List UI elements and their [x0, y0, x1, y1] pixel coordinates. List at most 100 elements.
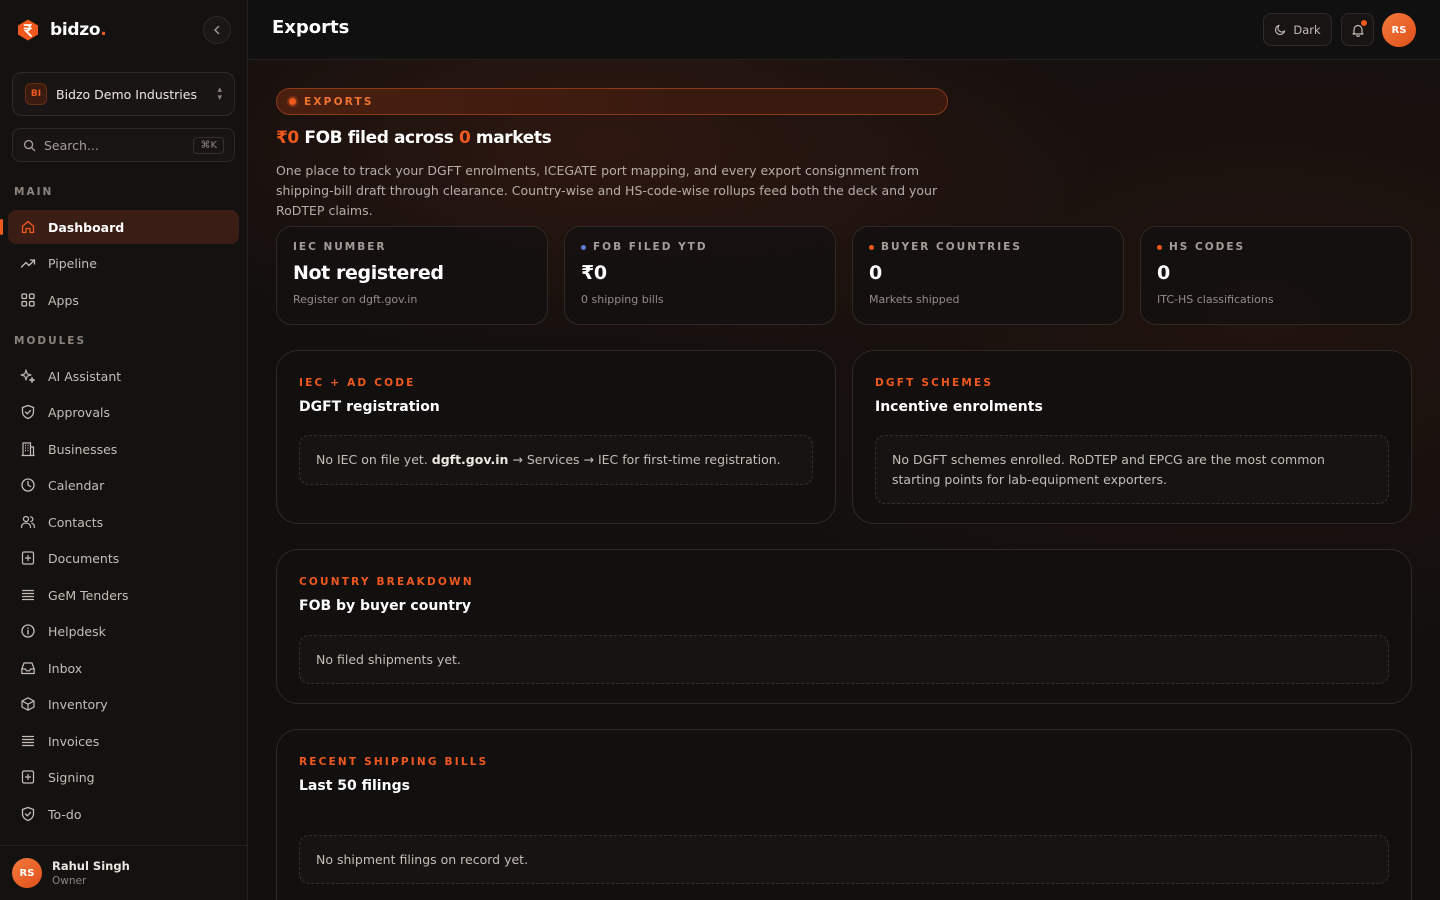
sidebar-item-label: Helpdesk — [48, 623, 106, 639]
stat-label: BUYER COUNTRIES — [869, 241, 1107, 253]
brand[interactable]: bidzo. — [16, 16, 107, 44]
hero-description: One place to track your DGFT enrolments,… — [276, 163, 938, 218]
sidebar-item-label: Inbox — [48, 660, 83, 676]
sidebar-item-label: AI Assistant — [48, 368, 122, 384]
sidebar: bidzo. BI Bidzo Demo Industries ▴▾ ⌘K MA… — [0, 0, 248, 900]
stat-card-buyer-countries: BUYER COUNTRIES 0 Markets shipped — [852, 226, 1124, 325]
status-dot — [289, 98, 296, 105]
section-label-modules: MODULES — [14, 335, 87, 347]
hero-count: 0 — [458, 128, 471, 148]
user-role: Owner — [52, 875, 87, 887]
stat-label: IEC NUMBER — [293, 241, 387, 253]
inbox-icon — [21, 662, 35, 675]
sidebar-item-label: Dashboard — [48, 219, 125, 235]
stat-sub: 0 shipping bills — [581, 293, 664, 306]
search-input[interactable] — [44, 137, 174, 153]
search-box[interactable]: ⌘K — [12, 128, 235, 162]
sidebar-item-apps[interactable]: Apps — [8, 283, 239, 317]
search-icon — [23, 139, 36, 151]
main-content: EXPORTS ₹0 FOB filed across 0 markets On… — [248, 60, 1440, 900]
sidebar-item-label: Signing — [48, 769, 95, 785]
info-icon — [21, 624, 35, 638]
stat-sub: Markets shipped — [869, 293, 960, 306]
panel-title: Incentive enrolments — [875, 399, 1043, 415]
panel-recent-shipping-bills: RECENT SHIPPING BILLS Last 50 filings No… — [276, 729, 1412, 900]
sidebar-item-label: Documents — [48, 550, 120, 566]
grid-icon — [21, 293, 35, 307]
sidebar-item-gem-tenders[interactable]: GeM Tenders — [8, 578, 239, 612]
stat-label: FOB FILED YTD — [581, 241, 819, 253]
theme-toggle-button[interactable]: Dark — [1263, 13, 1332, 46]
stat-value: 0 — [1157, 262, 1170, 284]
sidebar-item-label: Approvals — [48, 404, 110, 420]
sidebar-item-contacts[interactable]: Contacts — [8, 505, 239, 539]
empty-state: No DGFT schemes enrolled. RoDTEP and EPC… — [875, 435, 1389, 504]
building-icon — [21, 442, 35, 457]
sidebar-item-label: Contacts — [48, 514, 104, 530]
empty-state: No shipment filings on record yet. — [299, 835, 1389, 884]
profile-avatar[interactable]: RS — [1382, 13, 1416, 47]
brand-name: bidzo. — [50, 20, 107, 40]
panel-eyebrow: RECENT SHIPPING BILLS — [299, 756, 489, 768]
stat-card-fob-filed: FOB FILED YTD ₹0 0 shipping bills — [564, 226, 836, 325]
stat-card-iec-number: IEC NUMBER Not registered Register on dg… — [276, 226, 548, 325]
panel-title: Last 50 filings — [299, 778, 410, 794]
list-icon — [21, 735, 35, 747]
sidebar-item-helpdesk[interactable]: Helpdesk — [8, 614, 239, 648]
panel-incentive-enrolments: DGFT SCHEMES Incentive enrolments No DGF… — [852, 350, 1412, 524]
org-switcher[interactable]: BI Bidzo Demo Industries ▴ ▾ — [12, 72, 235, 116]
notification-dot — [1361, 20, 1367, 26]
stat-value: 0 — [869, 262, 882, 284]
stat-dot — [581, 244, 586, 250]
file-plus-icon — [21, 770, 35, 784]
search-shortcut: ⌘K — [193, 136, 224, 154]
panel-eyebrow: DGFT SCHEMES — [875, 377, 994, 389]
sidebar-item-label: Apps — [48, 292, 79, 308]
page-title: Exports — [272, 17, 350, 38]
dgft-link[interactable]: dgft.gov.in — [432, 452, 509, 467]
sidebar-item-label: Invoices — [48, 733, 100, 749]
notifications-button[interactable] — [1341, 13, 1374, 46]
clock-icon — [21, 478, 35, 492]
users-icon — [20, 515, 36, 529]
sidebar-item-label: Calendar — [48, 477, 105, 493]
panel-dgft-registration: IEC + AD CODE DGFT registration No IEC o… — [276, 350, 836, 524]
sidebar-item-dashboard[interactable]: Dashboard — [0, 210, 239, 244]
stat-value: ₹0 — [581, 262, 607, 284]
collapse-sidebar-button[interactable] — [203, 16, 231, 44]
org-name: Bidzo Demo Industries — [56, 86, 197, 102]
sidebar-item-approvals[interactable]: Approvals — [8, 395, 239, 429]
org-badge: BI — [25, 83, 47, 105]
stat-dot — [1157, 244, 1162, 250]
stat-value: Not registered — [293, 262, 444, 284]
stat-sub: Register on dgft.gov.in — [293, 293, 418, 306]
section-label-main: MAIN — [14, 186, 54, 198]
hero-title: ₹0 FOB filed across 0 markets — [276, 128, 552, 148]
file-plus-icon — [21, 551, 35, 565]
list-icon — [21, 589, 35, 601]
sidebar-item-to-do[interactable]: To-do — [8, 797, 239, 831]
empty-state: No IEC on file yet. dgft.gov.in → Servic… — [299, 435, 813, 485]
stat-label: HS CODES — [1157, 241, 1395, 253]
chevron-up-down-icon: ▴ ▾ — [217, 85, 222, 103]
stat-sub: ITC-HS classifications — [1157, 293, 1274, 306]
eyebrow-text: EXPORTS — [304, 95, 374, 108]
stat-dot — [869, 244, 874, 250]
sidebar-item-documents[interactable]: Documents — [8, 541, 239, 575]
sidebar-item-label: GeM Tenders — [48, 587, 129, 603]
sidebar-item-inventory[interactable]: Inventory — [8, 687, 239, 721]
empty-state: No filed shipments yet. — [299, 635, 1389, 684]
sidebar-item-ai-assistant[interactable]: AI Assistant — [8, 359, 239, 393]
sidebar-item-inbox[interactable]: Inbox — [8, 651, 239, 685]
user-menu[interactable]: RS Rahul Singh Owner — [0, 845, 247, 900]
sidebar-item-signing[interactable]: Signing — [8, 760, 239, 794]
panel-eyebrow: IEC + AD CODE — [299, 377, 416, 389]
sidebar-item-invoices[interactable]: Invoices — [8, 724, 239, 758]
sidebar-item-label: Pipeline — [48, 255, 97, 271]
exports-eyebrow-pill: EXPORTS — [276, 88, 948, 115]
sidebar-item-label: To-do — [48, 806, 82, 822]
sidebar-item-businesses[interactable]: Businesses — [8, 432, 239, 466]
sidebar-item-calendar[interactable]: Calendar — [8, 468, 239, 502]
panel-country-breakdown: COUNTRY BREAKDOWN FOB by buyer country N… — [276, 549, 1412, 704]
sidebar-item-pipeline[interactable]: Pipeline — [8, 246, 239, 280]
